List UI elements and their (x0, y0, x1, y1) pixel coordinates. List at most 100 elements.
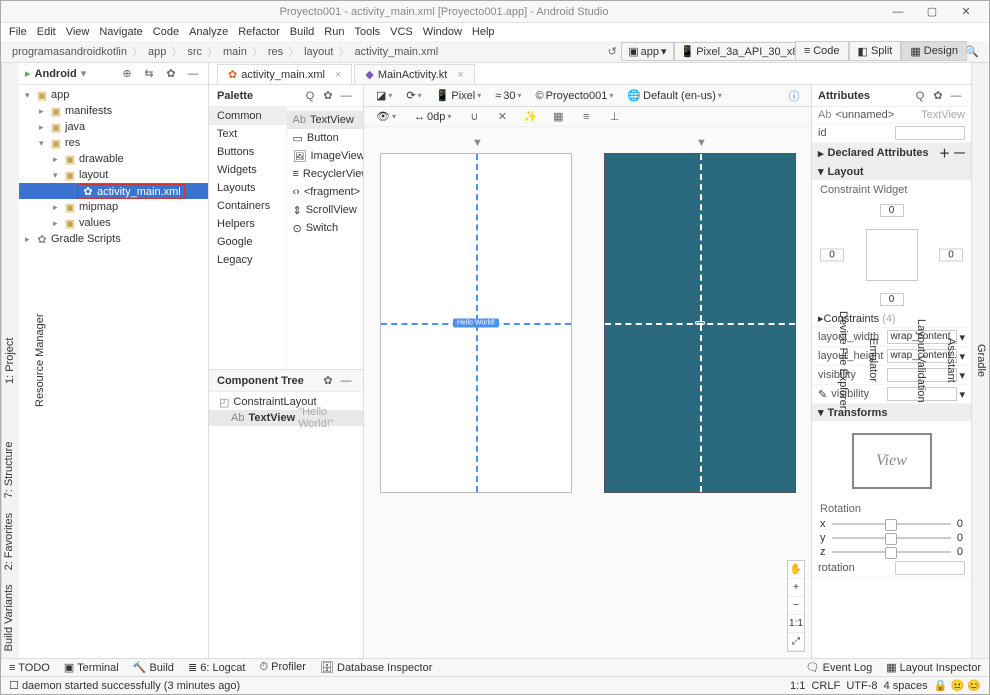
palette-group-common[interactable]: Common (209, 107, 286, 125)
orientation-toggle[interactable]: ⟳▾ (402, 89, 425, 102)
tree-layout[interactable]: ▾▣layout (19, 167, 208, 183)
menu-run[interactable]: Run (324, 26, 344, 38)
sidetab-favorites[interactable]: 2: Favorites (3, 512, 15, 569)
tw-build[interactable]: 🔨 Build (133, 661, 174, 674)
palette-group-buttons[interactable]: Buttons (209, 143, 286, 161)
rotation-x-slider[interactable]: x0 (812, 517, 971, 531)
hide-icon[interactable]: — (337, 87, 355, 105)
zoom-in-button[interactable]: + (788, 579, 804, 597)
gear-icon[interactable]: ✿ (929, 87, 947, 105)
tree-gradle[interactable]: ▸✿Gradle Scripts (19, 231, 208, 247)
pack-icon[interactable]: ▦ (549, 108, 567, 126)
clear-constraints-icon[interactable]: ✕ (493, 108, 511, 126)
widget-fragment[interactable]: ‹›<fragment> (287, 183, 364, 201)
rotation-input[interactable] (895, 561, 965, 575)
gear-icon[interactable]: ✿ (319, 372, 337, 390)
palette-group-layouts[interactable]: Layouts (209, 179, 286, 197)
menu-window[interactable]: Window (423, 26, 462, 38)
tw-event-log[interactable]: 🗨 Event Log (806, 661, 873, 674)
menu-refactor[interactable]: Refactor (238, 26, 280, 38)
tw-terminal[interactable]: ▣ Terminal (64, 661, 119, 674)
infer-constraints-icon[interactable]: ✨ (521, 108, 539, 126)
tw-database[interactable]: 🗄 Database Inspector (320, 661, 432, 674)
cw-right[interactable]: 0 (939, 249, 963, 262)
menu-analyze[interactable]: Analyze (189, 26, 228, 38)
lock-icon[interactable]: 🔒 (934, 679, 948, 692)
status-encoding[interactable]: UTF-8 (846, 680, 877, 692)
tree-java[interactable]: ▸▣java (19, 119, 208, 135)
gear-icon[interactable]: ✿ (319, 87, 337, 105)
palette-group-widgets[interactable]: Widgets (209, 161, 286, 179)
search-icon[interactable]: Q (301, 87, 319, 105)
sidetab-structure[interactable]: 7: Structure (3, 442, 15, 499)
tree-drawable[interactable]: ▸▣drawable (19, 151, 208, 167)
design-surface[interactable]: Hello World! (380, 153, 572, 493)
info-icon[interactable]: ⓘ (785, 87, 803, 105)
mode-code[interactable]: ≡Code (795, 41, 849, 61)
menu-tools[interactable]: Tools (354, 26, 380, 38)
close-icon[interactable]: × (451, 69, 463, 81)
crumb-main[interactable]: main (220, 46, 250, 58)
view-options[interactable]: 👁▾ (372, 110, 400, 123)
theme-selector[interactable]: © Proyecto001▾ (532, 90, 618, 102)
tw-layout-inspector[interactable]: ▦ Layout Inspector (886, 661, 981, 674)
run-config-app[interactable]: ▣ app ▾ (621, 42, 673, 61)
status-pos[interactable]: 1:1 (790, 680, 805, 692)
sidetab-resmgr[interactable]: Resource Manager (34, 314, 46, 408)
sidetab-gradle[interactable]: Gradle (975, 344, 987, 377)
cw-top[interactable]: 0 (880, 204, 904, 217)
gear-icon[interactable]: ✿ (162, 65, 180, 83)
id-input[interactable] (895, 126, 965, 140)
sidetab-emulator[interactable]: Emulator (867, 338, 879, 382)
align-icon[interactable]: ≡ (577, 108, 595, 126)
ct-textview[interactable]: AbTextView "Hello World!" (209, 410, 363, 426)
widget-textview[interactable]: AbTextView (287, 111, 364, 129)
widget-recyclerview[interactable]: ≡RecyclerView (287, 165, 364, 183)
hide-icon[interactable]: — (337, 372, 355, 390)
rotation-z-slider[interactable]: z0 (812, 545, 971, 559)
palette-group-containers[interactable]: Containers (209, 197, 286, 215)
search-icon[interactable]: Q (911, 87, 929, 105)
sec-declared[interactable]: ▸Declared Attributes＋— (812, 143, 971, 163)
status-indent[interactable]: 4 spaces (884, 680, 928, 692)
close-button[interactable]: ✕ (949, 5, 983, 18)
crumb-root[interactable]: programasandroidkotlin (9, 46, 130, 58)
api-selector[interactable]: ≈ 30▾ (491, 90, 525, 102)
tree-app[interactable]: ▾▣app (19, 87, 208, 103)
crumb-res[interactable]: res (265, 46, 286, 58)
smiley-icon[interactable]: 😐 (951, 679, 965, 692)
menu-help[interactable]: Help (472, 26, 495, 38)
minimize-button[interactable]: — (881, 6, 915, 18)
sec-layout[interactable]: ▾Layout (812, 163, 971, 180)
sec-transforms[interactable]: ▾Transforms (812, 404, 971, 421)
tree-res[interactable]: ▾▣res (19, 135, 208, 151)
sync-icon[interactable]: ↺ (603, 43, 621, 61)
menu-edit[interactable]: Edit (37, 26, 56, 38)
cw-bottom[interactable]: 0 (880, 293, 904, 306)
palette-group-legacy[interactable]: Legacy (209, 251, 286, 269)
tw-todo[interactable]: ≡ TODO (9, 662, 50, 674)
tab-mainactivity[interactable]: ◆MainActivity.kt× (354, 64, 474, 84)
tree-mipmap[interactable]: ▸▣mipmap (19, 199, 208, 215)
palette-group-google[interactable]: Google (209, 233, 286, 251)
sidetab-layout-validation[interactable]: Layout Validation (915, 319, 927, 403)
crumb-file[interactable]: activity_main.xml (351, 46, 441, 58)
project-tree[interactable]: ▾▣app ▸▣manifests ▸▣java ▾▣res ▸▣drawabl… (19, 85, 208, 658)
maximize-button[interactable]: ▢ (915, 5, 949, 18)
menu-build[interactable]: Build (290, 26, 314, 38)
close-icon[interactable]: × (329, 69, 341, 81)
zoom-out-button[interactable]: − (788, 597, 804, 615)
rotation-y-slider[interactable]: y0 (812, 531, 971, 545)
design-canvas[interactable]: ▼ ▼ Hello World! ✋ (364, 127, 811, 658)
cw-left[interactable]: 0 (820, 249, 844, 262)
tree-values[interactable]: ▸▣values (19, 215, 208, 231)
textview-element-bp[interactable] (695, 321, 705, 325)
locate-icon[interactable]: ⊕ (118, 65, 136, 83)
crumb-layout[interactable]: layout (301, 46, 336, 58)
mode-design[interactable]: ▦Design (901, 41, 967, 61)
pan-button[interactable]: ✋ (788, 561, 804, 579)
default-margin[interactable]: ↔ 0dp▾ (410, 111, 455, 123)
menu-file[interactable]: File (9, 26, 27, 38)
sidetab-build-variants[interactable]: Build Variants (3, 584, 15, 651)
sec-constraints[interactable]: ▸Constraints (4) (812, 310, 971, 328)
